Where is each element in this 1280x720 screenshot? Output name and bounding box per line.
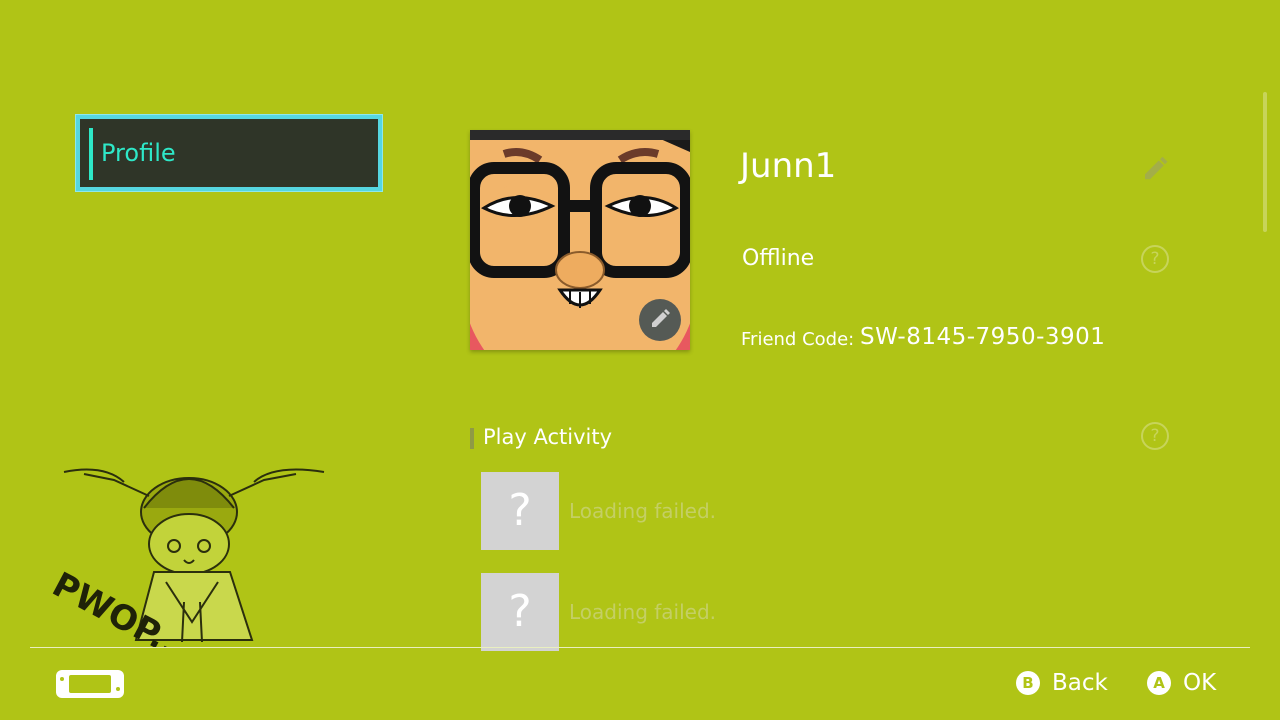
username: Junn1	[740, 146, 837, 186]
friend-code-label: Friend Code:	[741, 329, 855, 350]
selection-accent	[89, 128, 93, 180]
ok-button[interactable]: A OK	[1147, 670, 1216, 696]
play-activity-help-icon[interactable]: ?	[1141, 422, 1169, 450]
sidebar-item-label: Profile	[101, 139, 176, 167]
status-help-icon[interactable]: ?	[1141, 245, 1169, 273]
pencil-icon	[648, 306, 672, 334]
pencil-icon	[1140, 156, 1170, 187]
activity-status: Loading failed.	[569, 499, 717, 523]
ok-label: OK	[1183, 670, 1217, 696]
back-label: Back	[1052, 670, 1108, 696]
friend-code-value: SW-8145-7950-3901	[860, 324, 1106, 350]
edit-name-button[interactable]	[1140, 153, 1170, 183]
scrollbar[interactable]	[1263, 92, 1267, 232]
play-activity-heading: Play Activity	[483, 425, 613, 449]
footer-divider	[30, 647, 1250, 648]
sticker-illustration: PWOP...	[44, 452, 334, 670]
game-thumbnail: ?	[481, 472, 559, 550]
online-status: Offline	[742, 246, 815, 271]
game-thumbnail: ?	[481, 573, 559, 651]
console-icon	[55, 669, 125, 699]
activity-status: Loading failed.	[569, 600, 717, 624]
edit-avatar-button[interactable]	[639, 299, 681, 341]
a-button-icon: A	[1147, 671, 1171, 695]
list-item[interactable]: ? Loading failed.	[481, 573, 716, 651]
b-button-icon: B	[1016, 671, 1040, 695]
sidebar-item-profile[interactable]: Profile	[76, 115, 382, 191]
section-accent	[470, 428, 474, 449]
back-button[interactable]: B Back	[1016, 670, 1108, 696]
list-item[interactable]: ? Loading failed.	[481, 472, 716, 550]
